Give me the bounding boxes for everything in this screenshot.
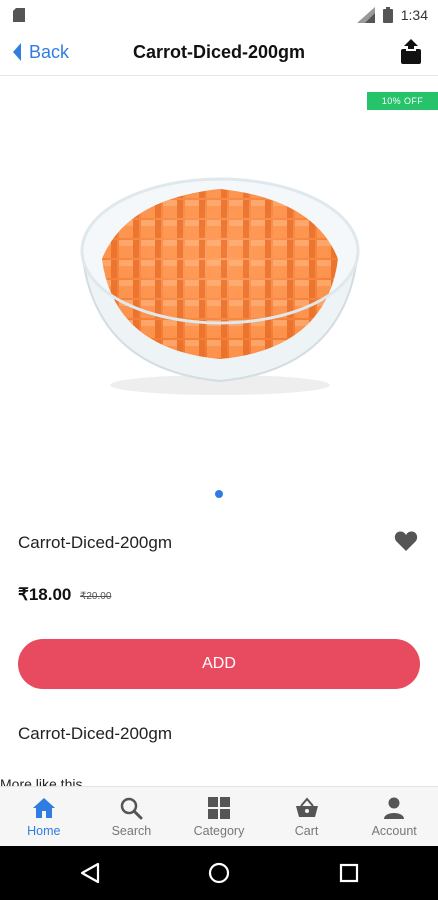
nav-cart-label: Cart	[294, 824, 319, 838]
heart-icon[interactable]	[394, 530, 418, 552]
nav-account[interactable]: Account	[350, 787, 438, 846]
nav-cart[interactable]: Cart	[263, 787, 351, 846]
nav-home-label: Home	[27, 824, 61, 838]
nav-account-label: Account	[371, 824, 417, 838]
bottom-nav: Home Search Category Cart Account	[0, 786, 438, 846]
product-image	[80, 177, 360, 395]
battery-icon	[382, 7, 393, 23]
product-description: Carrot-Diced-200gm	[18, 724, 172, 743]
search-icon	[121, 797, 143, 820]
nav-search[interactable]: Search	[88, 787, 176, 846]
app-bar: Back Carrot-Diced-200gm	[0, 30, 438, 76]
system-recents-icon[interactable]	[338, 862, 360, 884]
nav-search-label: Search	[111, 824, 152, 838]
signal-icon	[356, 7, 375, 23]
add-to-cart-button[interactable]: ADD	[18, 639, 420, 689]
product-name: Carrot-Diced-200gm	[18, 533, 172, 552]
back-label: Back	[29, 41, 70, 62]
nav-home[interactable]: Home	[0, 787, 88, 846]
share-icon[interactable]	[400, 39, 422, 65]
system-home-icon[interactable]	[208, 862, 230, 884]
nav-category[interactable]: Category	[175, 787, 263, 846]
status-time: 1:34	[400, 7, 428, 23]
status-bar: 1:34	[0, 0, 438, 30]
product-mrp: ₹20.00	[80, 591, 112, 602]
system-nav-bar	[0, 846, 438, 900]
basket-icon	[295, 797, 318, 817]
nav-category-label: Category	[193, 824, 245, 838]
discount-badge: 10% OFF	[367, 92, 438, 110]
sim-card-icon	[13, 8, 25, 22]
person-icon	[384, 797, 405, 819]
status-icons: 1:34	[356, 6, 428, 24]
home-icon	[32, 798, 55, 818]
back-button[interactable]: Back	[11, 38, 69, 66]
system-back-icon[interactable]	[79, 862, 101, 884]
product-image-carousel[interactable]: 10% OFF	[0, 77, 438, 477]
grid-icon	[207, 797, 230, 819]
product-price: ₹18.00	[18, 585, 72, 604]
chevron-left-icon	[13, 43, 21, 61]
carousel-indicator	[0, 490, 438, 498]
carousel-dot-active[interactable]	[215, 490, 223, 498]
